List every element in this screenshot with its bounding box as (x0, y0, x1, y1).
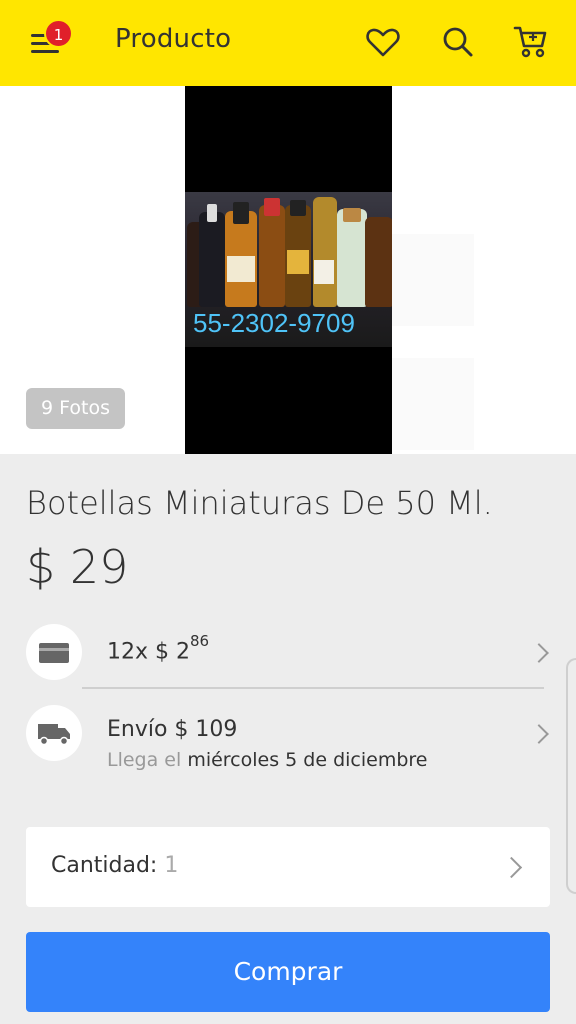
product-title: Botellas Miniaturas De 50 Ml. (26, 484, 493, 522)
product-gallery[interactable]: 55-2302-9709 9 Fotos (0, 86, 576, 454)
notification-badge: 1 (44, 19, 73, 48)
product-price: $ 29 (26, 540, 129, 594)
truck-icon (26, 705, 82, 761)
gallery-ghost (392, 234, 474, 326)
quantity-selector[interactable]: Cantidad: 1 (26, 827, 550, 907)
chevron-right-icon (529, 643, 549, 663)
bottles-image: 55-2302-9709 (185, 192, 392, 347)
installments-amount: 12x $ 2 (107, 639, 190, 665)
product-photo[interactable]: 55-2302-9709 (185, 86, 392, 454)
photo-count-badge: 9 Fotos (26, 388, 125, 429)
quantity-value: 1 (164, 853, 179, 878)
arrival-date: miércoles 5 de diciembre (187, 749, 428, 771)
shipping-cost: Envío $ 109 (107, 717, 238, 742)
credit-card-icon (26, 624, 82, 680)
shipping-arrival: Llega el miércoles 5 de diciembre (107, 749, 427, 771)
installments-text: 12x $ 286 (107, 632, 209, 665)
arrival-prefix: Llega el (107, 749, 182, 771)
chevron-right-icon (500, 856, 523, 879)
installments-cents: 86 (190, 632, 210, 650)
search-icon[interactable] (438, 22, 478, 62)
phone-number-overlay: 55-2302-9709 (193, 308, 355, 338)
cart-icon[interactable] (511, 22, 551, 62)
heart-icon[interactable] (363, 22, 403, 62)
buy-button[interactable]: Comprar (26, 932, 550, 1012)
row-divider (82, 687, 544, 689)
scroll-indicator (566, 658, 576, 894)
top-bar: 1 Producto (0, 0, 576, 86)
quantity-label: Cantidad: (51, 853, 158, 878)
chevron-right-icon (529, 724, 549, 744)
quantity-text: Cantidad: 1 (51, 853, 178, 878)
page-title: Producto (115, 24, 232, 54)
gallery-ghost (392, 358, 474, 450)
